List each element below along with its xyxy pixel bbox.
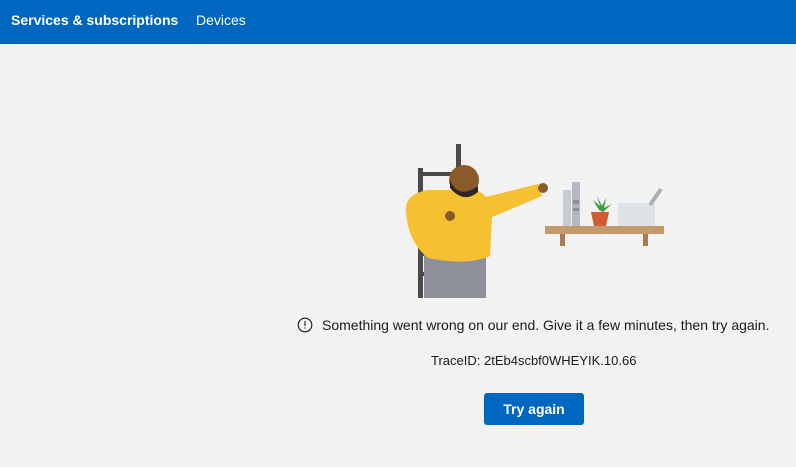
top-nav-bar: Services & subscriptions Devices (0, 0, 796, 44)
shelf-illustration (545, 182, 664, 246)
error-message: Something went wrong on our end. Give it… (322, 317, 770, 333)
try-again-button[interactable]: Try again (484, 393, 584, 425)
tab-services-subscriptions[interactable]: Services & subscriptions (11, 0, 178, 44)
error-illustration (405, 144, 664, 298)
tab-devices[interactable]: Devices (196, 0, 246, 44)
trace-id: TraceID: 2tEb4scbf0WHEYIK.10.66 (431, 353, 637, 368)
error-message-row: Something went wrong on our end. Give it… (297, 315, 769, 335)
info-circle-icon (297, 317, 313, 333)
person-illustration (405, 165, 548, 298)
